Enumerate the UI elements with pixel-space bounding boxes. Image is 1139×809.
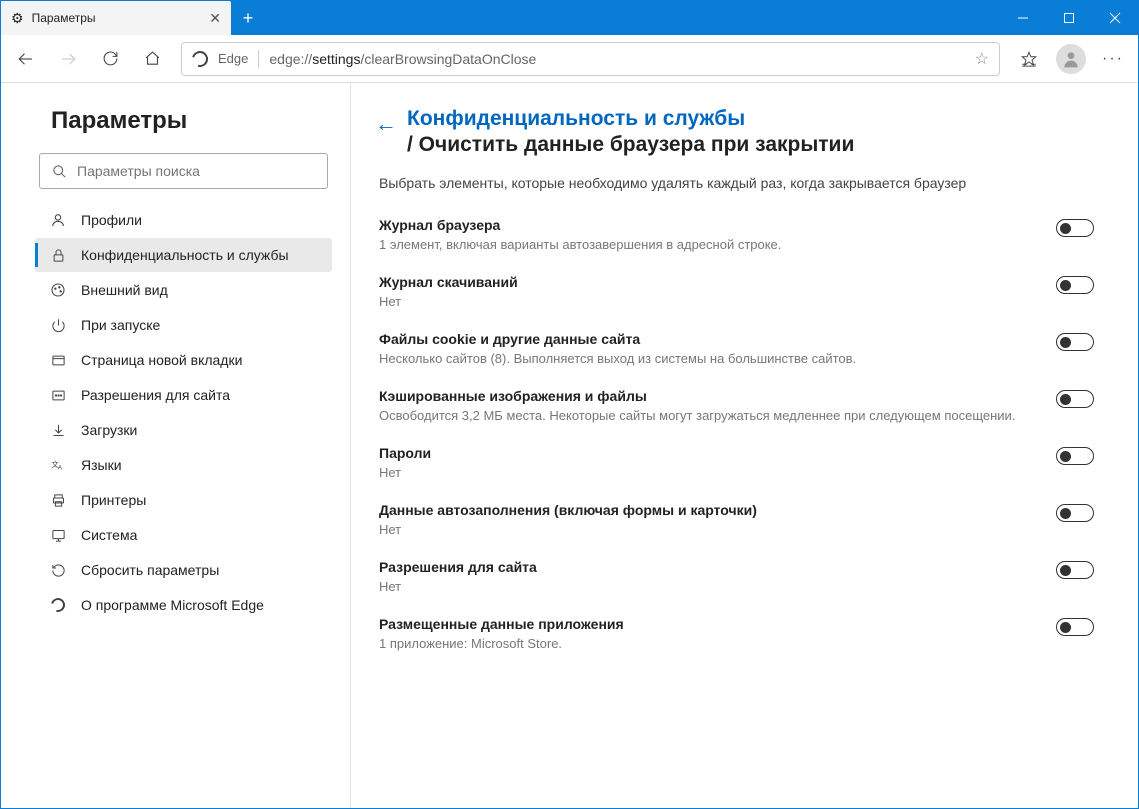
toggle-browsing-history[interactable]	[1056, 219, 1094, 237]
new-tab-button[interactable]: +	[231, 1, 265, 35]
edge-icon	[189, 48, 211, 70]
toggle-cached[interactable]	[1056, 390, 1094, 408]
favorite-icon[interactable]: ☆	[975, 49, 989, 69]
profile-icon	[49, 212, 67, 228]
sidebar-item-startup[interactable]: При запуске	[35, 308, 332, 342]
edge-logo-icon	[49, 598, 67, 612]
option-browsing-history: Журнал браузера1 элемент, включая вариан…	[375, 217, 1094, 252]
option-cookies: Файлы cookie и другие данные сайтаНескол…	[375, 331, 1094, 366]
heading-category: Конфиденциальность и службы	[407, 107, 854, 131]
sidebar-item-languages[interactable]: 文AЯзыки	[35, 448, 332, 482]
sidebar: Параметры Профили Конфиденциальность и с…	[1, 83, 351, 808]
toggle-site-permissions[interactable]	[1056, 561, 1094, 579]
option-app-data: Размещенные данные приложения1 приложени…	[375, 616, 1094, 651]
toggle-cookies[interactable]	[1056, 333, 1094, 351]
toggle-download-history[interactable]	[1056, 276, 1094, 294]
address-label: Edge	[218, 51, 248, 66]
sidebar-item-downloads[interactable]: Загрузки	[35, 413, 332, 447]
sidebar-item-privacy[interactable]: Конфиденциальность и службы	[35, 238, 332, 272]
minimize-button[interactable]	[1000, 1, 1046, 35]
sidebar-title: Параметры	[35, 107, 332, 135]
main-panel: ← Конфиденциальность и службы / Очистить…	[351, 83, 1138, 808]
sidebar-item-reset[interactable]: Сбросить параметры	[35, 553, 332, 587]
heading-page: / Очистить данные браузера при закрытии	[407, 133, 854, 157]
sidebar-item-newtab[interactable]: Страница новой вкладки	[35, 343, 332, 377]
profile-button[interactable]	[1052, 40, 1090, 78]
forward-button[interactable]	[49, 40, 87, 78]
maximize-button[interactable]	[1046, 1, 1092, 35]
option-download-history: Журнал скачиванийНет	[375, 274, 1094, 309]
page-description: Выбрать элементы, которые необходимо уда…	[379, 175, 1094, 191]
home-button[interactable]	[133, 40, 171, 78]
option-cached: Кэшированные изображения и файлыОсвободи…	[375, 388, 1094, 423]
back-button[interactable]	[7, 40, 45, 78]
toolbar: Edge edge://settings/clearBrowsingDataOn…	[1, 35, 1138, 83]
settings-search[interactable]	[39, 153, 328, 189]
printer-icon	[49, 493, 67, 508]
permissions-icon	[49, 388, 67, 403]
system-icon	[49, 528, 67, 543]
sidebar-item-system[interactable]: Система	[35, 518, 332, 552]
download-icon	[49, 423, 67, 438]
reset-icon	[49, 563, 67, 578]
palette-icon	[49, 282, 67, 298]
option-autofill: Данные автозаполнения (включая формы и к…	[375, 502, 1094, 537]
favorites-button[interactable]	[1010, 40, 1048, 78]
browser-tab[interactable]: ⚙ Параметры ✕	[1, 1, 231, 35]
menu-button[interactable]: ···	[1094, 40, 1132, 78]
toggle-passwords[interactable]	[1056, 447, 1094, 465]
back-arrow-icon[interactable]: ←	[375, 107, 397, 137]
refresh-button[interactable]	[91, 40, 129, 78]
separator	[258, 50, 259, 68]
sidebar-item-permissions[interactable]: Разрешения для сайта	[35, 378, 332, 412]
address-bar[interactable]: Edge edge://settings/clearBrowsingDataOn…	[181, 42, 1000, 76]
window-icon	[49, 353, 67, 368]
sidebar-item-appearance[interactable]: Внешний вид	[35, 273, 332, 307]
search-input[interactable]	[77, 163, 315, 179]
option-site-permissions: Разрешения для сайтаНет	[375, 559, 1094, 594]
language-icon: 文A	[49, 457, 67, 473]
sidebar-item-printers[interactable]: Принтеры	[35, 483, 332, 517]
svg-text:A: A	[58, 466, 62, 472]
option-passwords: ПаролиНет	[375, 445, 1094, 480]
titlebar: ⚙ Параметры ✕ +	[1, 1, 1138, 35]
close-tab-icon[interactable]: ✕	[209, 10, 221, 27]
close-window-button[interactable]	[1092, 1, 1138, 35]
address-text: edge://settings/clearBrowsingDataOnClose	[269, 51, 536, 67]
sidebar-item-about[interactable]: О программе Microsoft Edge	[35, 588, 332, 622]
toggle-app-data[interactable]	[1056, 618, 1094, 636]
tab-title: Параметры	[32, 11, 96, 25]
power-icon	[49, 318, 67, 333]
search-icon	[52, 164, 67, 179]
sidebar-item-profiles[interactable]: Профили	[35, 203, 332, 237]
gear-icon: ⚙	[11, 10, 24, 27]
lock-icon	[49, 248, 67, 263]
toggle-autofill[interactable]	[1056, 504, 1094, 522]
